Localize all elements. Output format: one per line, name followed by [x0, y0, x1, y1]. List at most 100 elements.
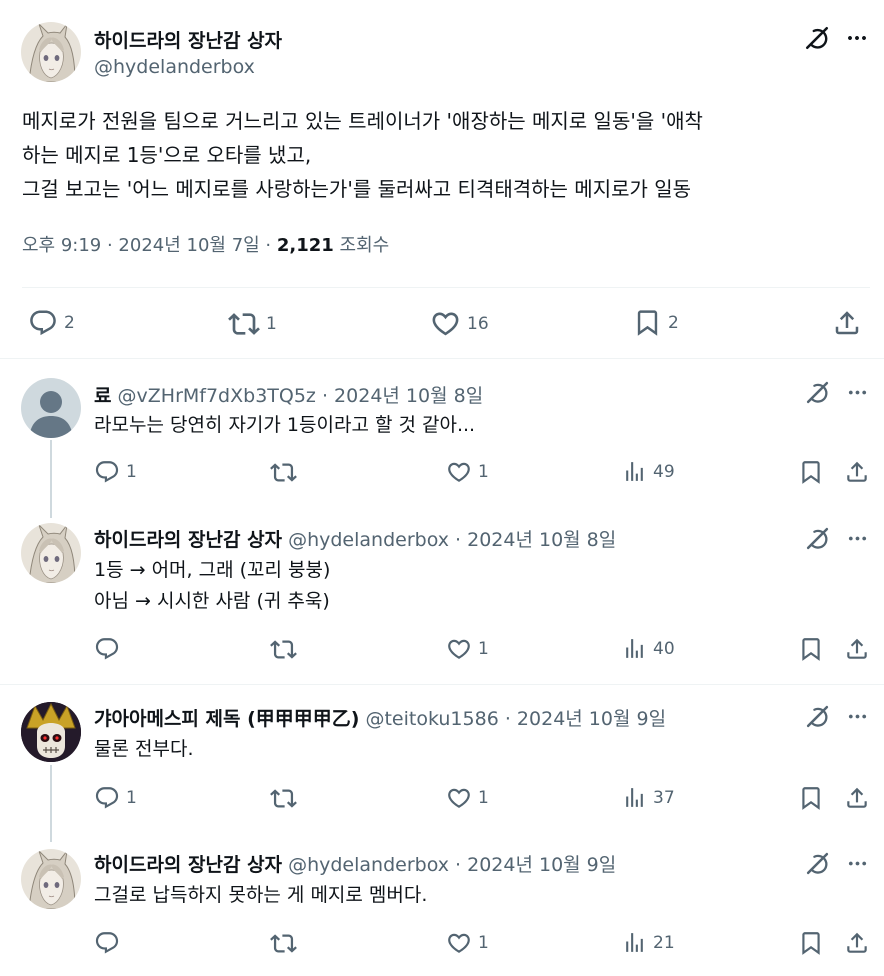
like-button[interactable]: 16	[430, 308, 489, 339]
views-count: 2,121	[276, 235, 334, 256]
views-button[interactable]: 40	[622, 636, 675, 661]
views-count: 40	[653, 638, 675, 659]
reply-item[interactable]: 료 @vZHrMf7dXb3TQ5z · 2024년 10월 8일 라모누는 당…	[0, 358, 884, 503]
reply-author-handle[interactable]: @vZHrMf7dXb3TQ5z	[118, 385, 316, 407]
repost-icon	[228, 308, 260, 340]
avatar[interactable]	[21, 849, 81, 909]
views-button[interactable]: 49	[622, 459, 675, 484]
grok-button[interactable]	[802, 701, 832, 731]
repost-button[interactable]	[270, 636, 303, 663]
avatar[interactable]	[21, 523, 81, 583]
like-count: 1	[478, 933, 489, 953]
more-options-button[interactable]	[842, 23, 872, 53]
more-options-button[interactable]	[842, 523, 872, 553]
reply-author-name[interactable]: 갸아아메스피 제독 (甲甲甲甲乙)	[94, 708, 359, 730]
repost-button[interactable]	[270, 459, 303, 486]
share-icon	[832, 308, 862, 338]
post-time[interactable]: 오후 9:19 · 2024년 10월 7일 ·	[22, 235, 277, 256]
author-avatar-image	[21, 22, 81, 82]
bookmark-button[interactable]	[798, 930, 824, 956]
default-profile-icon	[29, 391, 73, 438]
reply-button[interactable]	[94, 930, 126, 956]
author-name[interactable]: 하이드라의 장난감 상자	[94, 26, 282, 53]
grok-icon	[805, 851, 830, 876]
bookmark-count: 2	[668, 312, 679, 333]
bookmark-button[interactable]	[798, 636, 824, 662]
author-avatar-image	[21, 849, 81, 909]
share-icon	[844, 636, 870, 662]
divider	[22, 287, 870, 288]
reply-date[interactable]: · 2024년 10월 8일	[455, 529, 616, 551]
views-button[interactable]: 21	[622, 930, 675, 955]
bookmark-button[interactable]	[798, 785, 824, 811]
author-handle[interactable]: @hydelanderbox	[94, 56, 255, 78]
grok-icon	[804, 25, 830, 51]
like-button[interactable]: 1	[446, 930, 489, 956]
share-icon	[844, 459, 870, 485]
reply-item[interactable]: 갸아아메스피 제독 (甲甲甲甲乙) @teitoku1586 · 2024년 1…	[0, 684, 884, 829]
avatar[interactable]	[21, 22, 81, 82]
share-button[interactable]	[832, 308, 862, 338]
reply-date[interactable]: · 2024년 10월 9일	[505, 708, 666, 730]
default-avatar[interactable]	[21, 378, 81, 438]
reply-button[interactable]: 1	[94, 785, 137, 811]
bookmark-button[interactable]	[798, 459, 824, 485]
share-button[interactable]	[844, 930, 870, 956]
reply-header: 료 @vZHrMf7dXb3TQ5z · 2024년 10월 8일	[94, 381, 483, 408]
share-button[interactable]	[844, 459, 870, 485]
more-options-button[interactable]	[842, 848, 872, 878]
repost-button[interactable]	[270, 930, 303, 957]
like-button[interactable]: 1	[446, 636, 489, 662]
more-options-button[interactable]	[842, 377, 872, 407]
bookmark-icon	[798, 785, 824, 811]
avatar[interactable]	[21, 702, 81, 762]
repost-count: 1	[266, 314, 277, 334]
more-icon	[846, 381, 869, 404]
grok-button[interactable]	[802, 848, 832, 878]
share-icon	[844, 785, 870, 811]
reply-item[interactable]: 하이드라의 장난감 상자 @hydelanderbox · 2024년 10월 …	[0, 503, 884, 683]
repost-button[interactable]: 1	[228, 308, 277, 340]
reply-author-name[interactable]: 하이드라의 장난감 상자	[94, 854, 282, 876]
reply-author-name[interactable]: 하이드라의 장난감 상자	[94, 529, 282, 551]
share-button[interactable]	[844, 785, 870, 811]
views-count: 49	[653, 461, 675, 482]
reply-author-handle[interactable]: @hydelanderbox	[288, 529, 449, 551]
more-icon	[846, 527, 869, 550]
author-avatar-image	[21, 523, 81, 583]
reply-author-name[interactable]: 료	[94, 385, 111, 407]
reply-author-handle[interactable]: @hydelanderbox	[288, 854, 449, 876]
bookmark-icon	[798, 636, 824, 662]
like-icon	[446, 636, 472, 662]
reply-button[interactable]: 2	[28, 308, 75, 338]
reply-text: 물론 전부다.	[94, 738, 194, 760]
views-button[interactable]: 37	[622, 785, 675, 810]
reply-icon	[94, 636, 120, 662]
share-button[interactable]	[844, 636, 870, 662]
reply-date[interactable]: · 2024년 10월 8일	[322, 385, 483, 407]
more-icon	[845, 26, 869, 50]
reply-item[interactable]: 하이드라의 장난감 상자 @hydelanderbox · 2024년 10월 …	[0, 829, 884, 976]
more-options-button[interactable]	[842, 701, 872, 731]
grok-button[interactable]	[802, 23, 832, 53]
reply-count: 2	[64, 313, 75, 333]
skull-avatar-image	[21, 702, 81, 762]
like-button[interactable]: 1	[446, 785, 489, 811]
grok-button[interactable]	[802, 377, 832, 407]
bookmark-icon	[798, 459, 824, 485]
grok-button[interactable]	[802, 523, 832, 553]
reply-header: 하이드라의 장난감 상자 @hydelanderbox · 2024년 10월 …	[94, 525, 616, 552]
post-text: 메지로가 전원을 팀으로 거느리고 있는 트레이너가 '애장하는 메지로 일동'…	[22, 109, 703, 201]
bookmark-button[interactable]: 2	[633, 308, 679, 337]
like-button[interactable]: 1	[446, 459, 489, 485]
reply-count: 1	[126, 788, 137, 808]
reply-author-handle[interactable]: @teitoku1586	[365, 708, 498, 730]
repost-button[interactable]	[270, 785, 303, 812]
repost-icon	[270, 636, 297, 663]
reply-icon	[94, 930, 120, 956]
reply-button[interactable]: 1	[94, 459, 137, 485]
views-icon	[622, 636, 647, 661]
reply-button[interactable]	[94, 636, 126, 662]
like-icon	[446, 930, 472, 956]
reply-date[interactable]: · 2024년 10월 9일	[455, 854, 616, 876]
